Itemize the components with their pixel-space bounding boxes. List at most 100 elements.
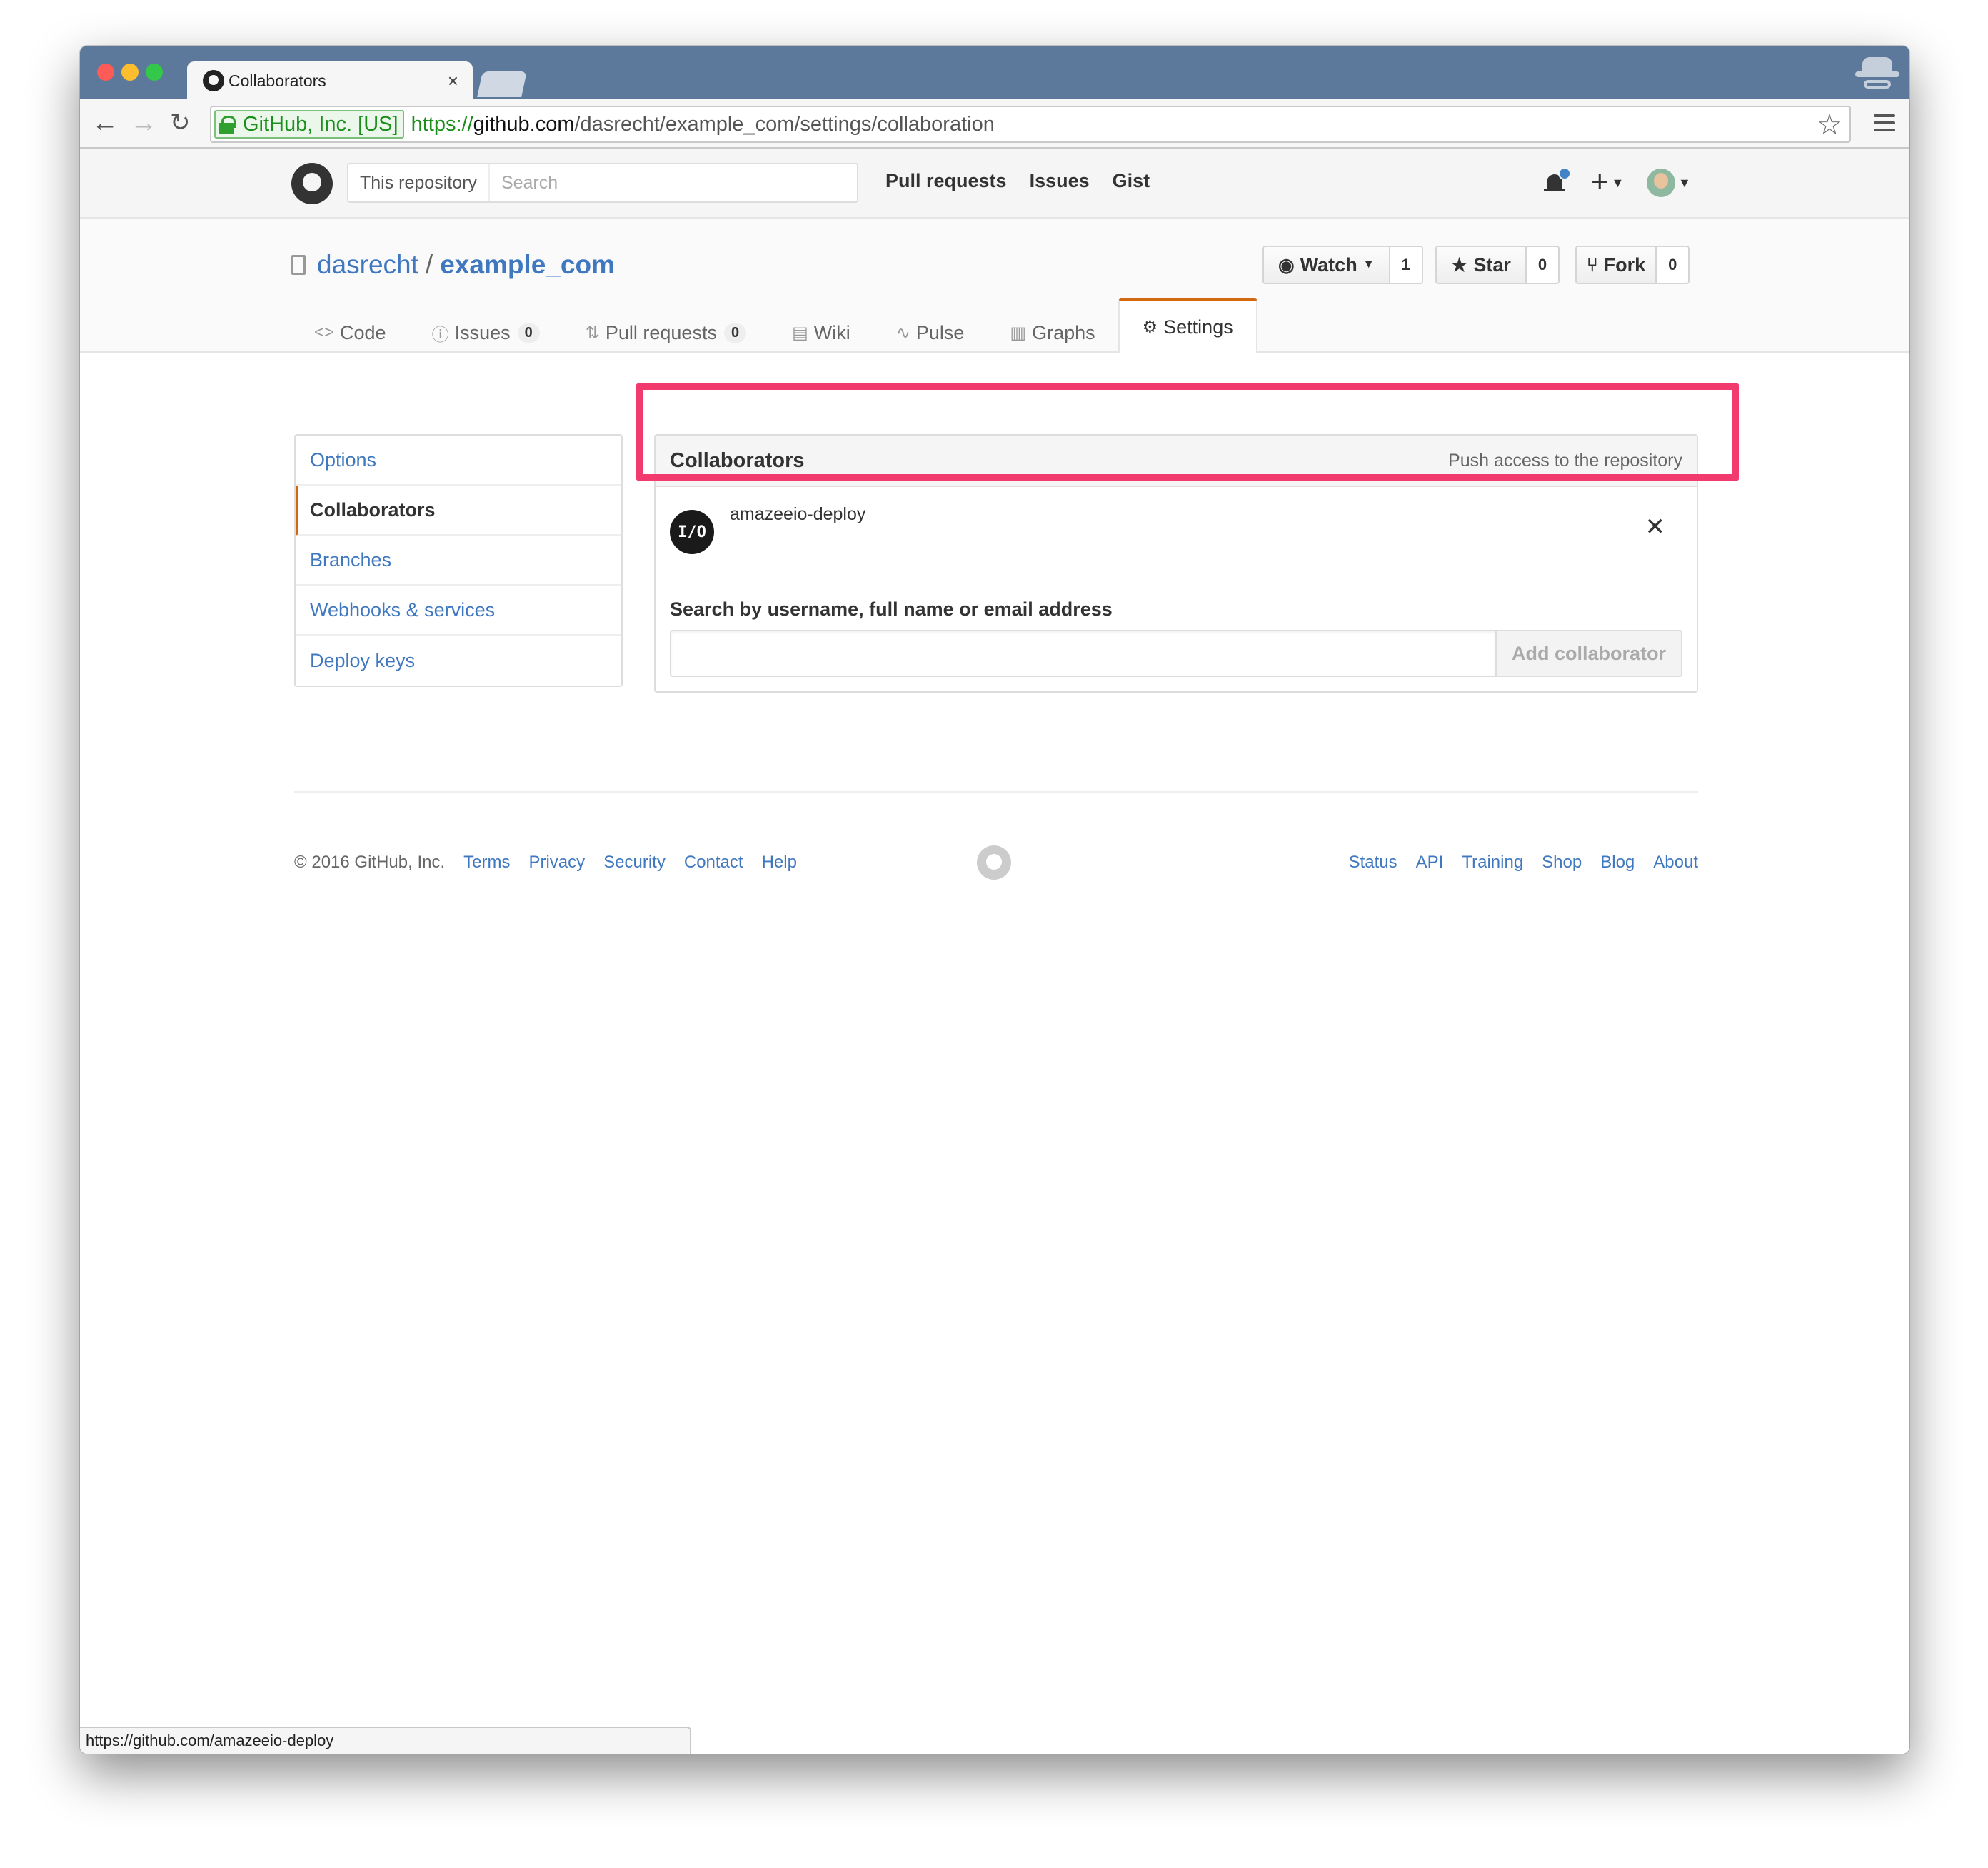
- new-tab-button[interactable]: [477, 71, 527, 97]
- footer-right: Status API Training Shop Blog About: [1349, 853, 1698, 873]
- avatar[interactable]: I/O: [670, 510, 714, 554]
- eye-icon: ◉: [1278, 253, 1295, 276]
- sidebar-item-collaborators[interactable]: Collaborators: [296, 486, 621, 536]
- fork-button[interactable]: ⑂ Fork 0: [1575, 246, 1690, 284]
- footer-link-api[interactable]: API: [1416, 853, 1444, 873]
- forward-arrow-icon[interactable]: →: [130, 109, 157, 137]
- fork-icon: ⑂: [1587, 253, 1598, 276]
- graph-icon: ▥: [1010, 323, 1027, 343]
- avatar: [1647, 169, 1675, 197]
- star-group: ★ Star 0: [1435, 246, 1560, 284]
- star-button[interactable]: ★ Star 0: [1435, 246, 1560, 284]
- tab-code[interactable]: <> Code: [291, 311, 409, 354]
- user-menu[interactable]: ▼: [1647, 169, 1691, 197]
- footer-copyright: © 2016 GitHub, Inc.: [294, 853, 446, 872]
- footer-left: © 2016 GitHub, Inc. Terms Privacy Securi…: [294, 853, 797, 873]
- issues-counter: 0: [517, 323, 540, 343]
- collaborator-row: I/O amazeeio-deploy ✕: [656, 488, 1697, 567]
- footer-link-training[interactable]: Training: [1462, 853, 1523, 873]
- tab-settings[interactable]: ⚙ Settings: [1118, 298, 1257, 353]
- footer-link-terms[interactable]: Terms: [463, 853, 510, 873]
- minimize-window-button[interactable]: [121, 64, 139, 81]
- footer-link-blog[interactable]: Blog: [1600, 853, 1635, 873]
- maximize-window-button[interactable]: [146, 64, 163, 81]
- chevron-down-icon: ▼: [1611, 176, 1625, 191]
- collaborator-search-input[interactable]: [670, 630, 1497, 677]
- sidebar-item-options[interactable]: Options: [296, 436, 621, 486]
- footer-link-shop[interactable]: Shop: [1542, 853, 1582, 873]
- add-collaborator-button[interactable]: Add collaborator: [1495, 630, 1682, 677]
- repo-separator: /: [425, 250, 433, 279]
- github-favicon-icon: [203, 70, 224, 91]
- sidebar-item-webhooks[interactable]: Webhooks & services: [296, 586, 621, 636]
- star-icon: ★: [1451, 253, 1468, 276]
- nav-gist[interactable]: Gist: [1113, 170, 1150, 192]
- notifications-bell-icon[interactable]: [1544, 167, 1571, 194]
- browser-tab[interactable]: Collaborators ×: [187, 61, 473, 100]
- repo-navigation: <> Code ⓘ Issues 0 ⇅ Pull requests 0 ▤ Wiki ∿ P…: [291, 298, 1257, 354]
- sidebar-item-deploy-keys[interactable]: Deploy keys: [296, 636, 621, 686]
- watch-group: ◉ Watch ▼ 1: [1262, 246, 1423, 284]
- search-input[interactable]: [489, 172, 857, 194]
- tab-pull-requests[interactable]: ⇅ Pull requests 0: [563, 311, 769, 354]
- watch-button[interactable]: ◉ Watch ▼ 1: [1262, 246, 1423, 284]
- fork-group: ⑂ Fork 0: [1575, 246, 1690, 284]
- url-text: https://github.com/dasrecht/example_com/…: [411, 112, 995, 136]
- book-icon: ▤: [792, 323, 808, 343]
- repo-owner-link[interactable]: dasrecht: [317, 250, 418, 280]
- settings-sidebar: Options Collaborators Branches Webhooks …: [294, 434, 623, 687]
- repository-header: dasrecht / example_com ◉ Watch ▼ 1 ★ Star 0…: [80, 219, 1909, 353]
- nav-issues[interactable]: Issues: [1030, 170, 1090, 192]
- back-arrow-icon[interactable]: ←: [91, 109, 119, 137]
- repo-title: dasrecht / example_com: [291, 250, 615, 280]
- annotation-highlight-box: [636, 383, 1740, 481]
- browser-window: Collaborators × ← → ↻ GitHub, Inc. [US] …: [80, 46, 1909, 1754]
- chevron-down-icon: ▼: [1678, 175, 1691, 190]
- remove-collaborator-icon[interactable]: ✕: [1645, 513, 1666, 541]
- tab-graphs[interactable]: ▥ Graphs: [987, 311, 1118, 354]
- status-bar-url: https://github.com/amazeeio-deploy: [80, 1727, 691, 1754]
- github-mark-icon[interactable]: [977, 845, 1011, 880]
- tab-close-icon[interactable]: ×: [448, 70, 458, 92]
- repo-name-link[interactable]: example_com: [440, 250, 615, 280]
- star-count[interactable]: 0: [1526, 247, 1559, 283]
- footer-link-privacy[interactable]: Privacy: [528, 853, 585, 873]
- sidebar-item-branches[interactable]: Branches: [296, 536, 621, 586]
- browser-menu-icon[interactable]: [1874, 114, 1895, 133]
- browser-toolbar: ← → ↻ GitHub, Inc. [US] https://github.c…: [80, 99, 1909, 149]
- watch-count[interactable]: 1: [1390, 247, 1422, 283]
- tab-title: Collaborators: [229, 71, 326, 90]
- chevron-down-icon: ▼: [1362, 258, 1375, 271]
- footer-link-about[interactable]: About: [1653, 853, 1698, 873]
- title-bar: Collaborators ×: [80, 46, 1909, 100]
- lock-icon: [219, 116, 236, 134]
- tab-wiki[interactable]: ▤ Wiki: [769, 311, 873, 354]
- bookmark-star-icon[interactable]: ☆: [1817, 109, 1842, 141]
- footer-link-contact[interactable]: Contact: [684, 853, 743, 873]
- pull-request-icon: ⇅: [585, 323, 600, 343]
- nav-pull-requests[interactable]: Pull requests: [885, 170, 1007, 192]
- issue-icon: ⓘ: [431, 325, 449, 345]
- github-header: This repository Pull requests Issues Gis…: [80, 149, 1909, 219]
- reload-icon[interactable]: ↻: [170, 109, 191, 137]
- collaborator-name-link[interactable]: amazeeio-deploy: [730, 504, 865, 525]
- tab-pulse[interactable]: ∿ Pulse: [873, 311, 988, 354]
- search-scope-label: This repository: [348, 164, 490, 201]
- footer-link-help[interactable]: Help: [762, 853, 797, 873]
- incognito-icon: [1855, 53, 1899, 94]
- create-new-menu[interactable]: + ▼: [1591, 164, 1624, 199]
- ev-certificate-badge[interactable]: GitHub, Inc. [US]: [214, 110, 404, 139]
- header-nav: Pull requests Issues Gist: [885, 170, 1150, 192]
- pulls-counter: 0: [723, 323, 747, 343]
- github-logo-icon[interactable]: [291, 163, 333, 204]
- footer-link-status[interactable]: Status: [1349, 853, 1397, 873]
- collaborator-search-label: Search by username, full name or email a…: [670, 598, 1113, 620]
- ev-label: GitHub, Inc. [US]: [243, 112, 398, 136]
- footer-link-security[interactable]: Security: [603, 853, 666, 873]
- address-bar[interactable]: GitHub, Inc. [US] https://github.com/das…: [210, 106, 1851, 143]
- gear-icon: ⚙: [1142, 317, 1158, 337]
- tab-issues[interactable]: ⓘ Issues 0: [409, 311, 563, 354]
- code-icon: <>: [314, 323, 335, 342]
- close-window-button[interactable]: [97, 64, 114, 81]
- fork-count[interactable]: 0: [1657, 247, 1689, 283]
